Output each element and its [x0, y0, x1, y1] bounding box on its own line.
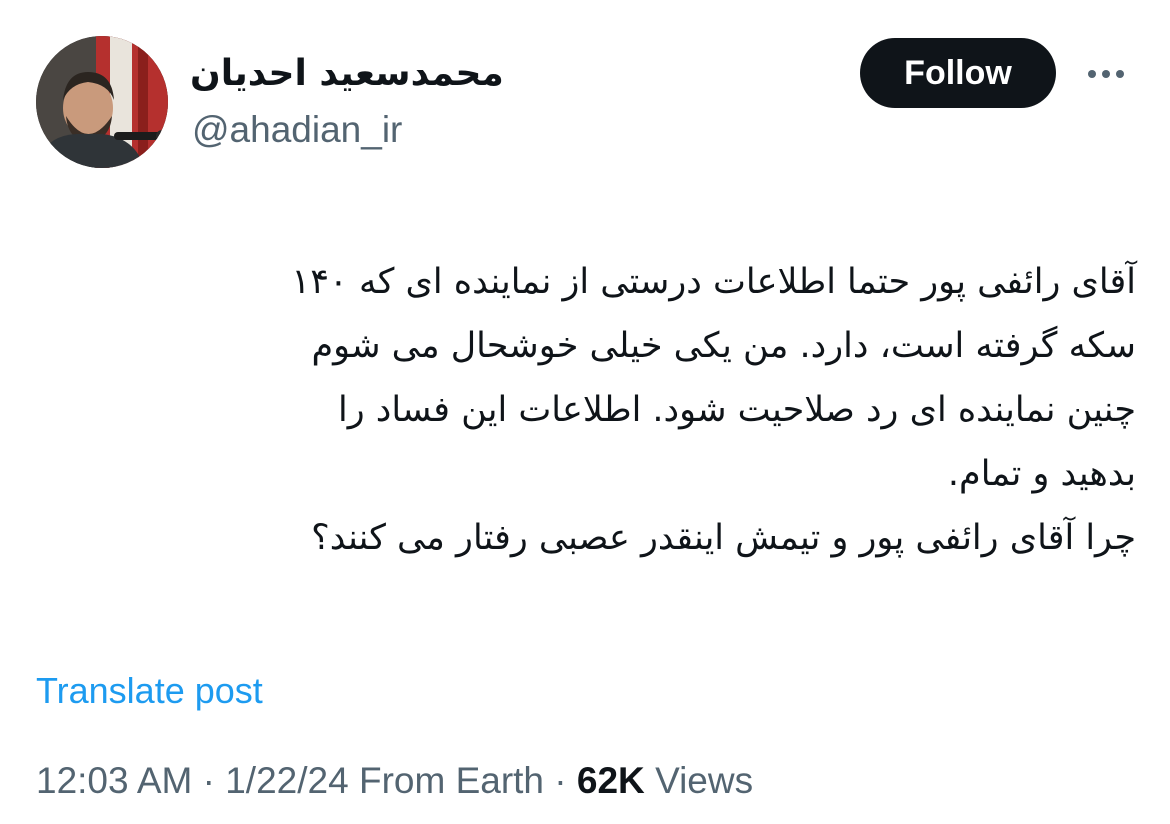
views-count[interactable]: 62K: [577, 760, 645, 801]
more-button[interactable]: [1082, 52, 1130, 96]
tweet-text-line: سکه گرفته است، دارد. من یکی خیلی خوشحال …: [311, 326, 1136, 366]
views-label[interactable]: Views: [645, 760, 753, 801]
tweet-text-line: چنین نماینده ای رد صلاحیت شود. اطلاعات ا…: [338, 390, 1136, 430]
tweet-text-line: بدهید و تمام.: [947, 454, 1136, 494]
tweet-text-line: چرا آقای رائفی پور و تیمش اینقدر عصبی رف…: [311, 518, 1136, 558]
author-display-name[interactable]: محمدسعید احدیان: [190, 50, 610, 98]
tweet-date[interactable]: 1/22/24: [225, 760, 348, 801]
tweet-text: آقای رائفی پور حتما اطلاعات درستی از نما…: [36, 250, 1136, 570]
author-handle[interactable]: @ahadian_ir: [192, 106, 402, 154]
meta-separator: ·: [192, 760, 226, 801]
tweet-metadata: 12:03 AM · 1/22/24 From Earth · 62K View…: [36, 754, 753, 808]
display-name-text: محمدسعید احدیان: [190, 53, 504, 94]
avatar-image: [36, 36, 168, 168]
meta-separator: ·: [544, 760, 577, 801]
translate-post-link[interactable]: Translate post: [36, 666, 263, 716]
follow-button[interactable]: Follow: [860, 38, 1056, 108]
tweet-source: From Earth: [348, 760, 545, 801]
tweet-time[interactable]: 12:03 AM: [36, 760, 192, 801]
tweet-text-line: آقای رائفی پور حتما اطلاعات درستی از نما…: [291, 262, 1136, 302]
tweet-header: محمدسعید احدیان @ahadian_ir Follow: [0, 0, 1170, 200]
avatar[interactable]: [36, 36, 168, 168]
more-horizontal-icon: [1088, 70, 1124, 78]
